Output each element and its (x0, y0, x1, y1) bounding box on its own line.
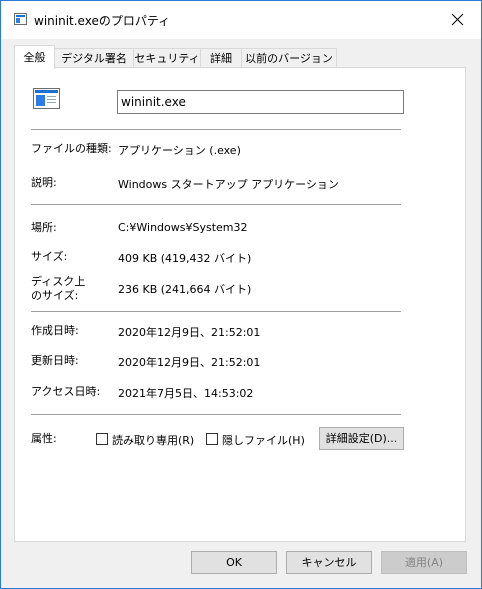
application-file-icon (14, 13, 27, 25)
modified-label: 更新日時: (31, 354, 79, 367)
ok-button[interactable]: OK (191, 551, 277, 574)
accessed-label: アクセス日時: (31, 385, 101, 398)
location-label: 場所: (31, 221, 57, 234)
created-value: 2020年12月9日、21:52:01 (118, 326, 261, 339)
tab-general[interactable]: 全般 (14, 45, 55, 69)
hidden-checkbox-label[interactable]: 隠しファイル(H) (222, 432, 305, 448)
close-icon (451, 13, 464, 26)
separator (31, 311, 401, 312)
description-value: Windows スタートアップ アプリケーション (118, 178, 339, 191)
size-on-disk-label-line1: ディスク上 (31, 275, 86, 288)
separator (31, 129, 401, 130)
readonly-checkbox[interactable] (96, 433, 108, 445)
readonly-checkbox-label[interactable]: 読み取り専用(R) (112, 432, 194, 448)
size-on-disk-value: 236 KB (241,664 バイト) (118, 283, 252, 296)
size-value: 409 KB (419,432 バイト) (118, 252, 252, 265)
accessed-value: 2021年7月5日、14:53:02 (118, 387, 254, 400)
size-on-disk-label-line2: のサイズ: (31, 289, 79, 302)
modified-value: 2020年12月9日、21:52:01 (118, 356, 261, 369)
cancel-button[interactable]: キャンセル (286, 551, 372, 574)
tab-digital-signatures[interactable]: デジタル署名 (54, 48, 134, 68)
application-file-icon (33, 88, 60, 109)
general-tab-panel: wininit.exe ファイルの種類: アプリケーション (.exe) 説明:… (14, 67, 466, 542)
tab-previous-versions[interactable]: 以前のバージョン (241, 48, 337, 68)
title-bar[interactable]: wininit.exeのプロパティ (1, 1, 481, 39)
created-label: 作成日時: (31, 324, 79, 337)
advanced-button[interactable]: 詳細設定(D)... (319, 427, 404, 450)
attributes-label: 属性: (31, 432, 57, 445)
tab-details[interactable]: 詳細 (200, 48, 242, 68)
separator (31, 414, 401, 415)
properties-dialog: wininit.exeのプロパティ 全般 デジタル署名 セキュリティ 詳細 以前… (0, 0, 482, 589)
file-name-field[interactable]: wininit.exe (117, 90, 404, 114)
close-button[interactable] (435, 1, 481, 39)
file-type-value: アプリケーション (.exe) (118, 144, 241, 157)
separator (31, 204, 401, 205)
file-type-label: ファイルの種類: (31, 142, 112, 155)
hidden-checkbox[interactable] (206, 433, 218, 445)
tab-security[interactable]: セキュリティ (133, 48, 201, 68)
size-label: サイズ: (31, 250, 68, 263)
description-label: 説明: (31, 176, 57, 189)
apply-button[interactable]: 適用(A) (381, 551, 467, 574)
location-value: C:¥Windows¥System32 (118, 221, 248, 234)
window-title: wininit.exeのプロパティ (34, 14, 171, 28)
